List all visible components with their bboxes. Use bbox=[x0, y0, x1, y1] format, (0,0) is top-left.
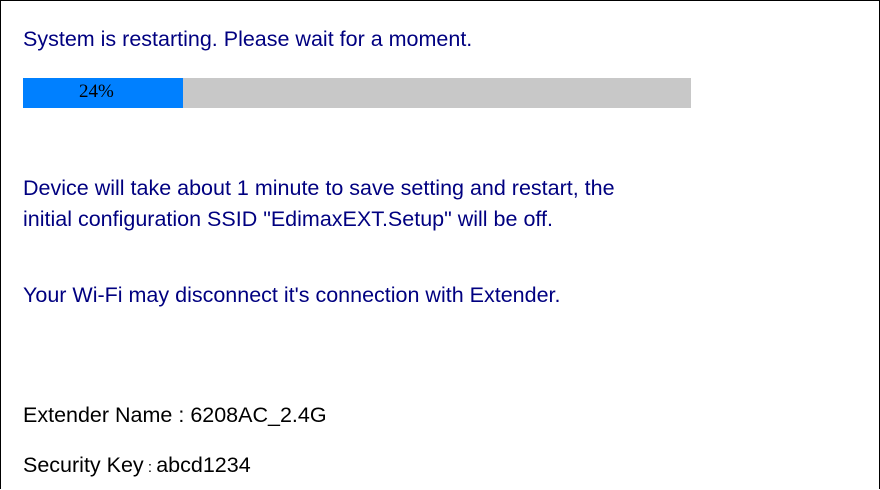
extender-name-value: 6208AC_2.4G bbox=[190, 403, 327, 427]
security-key-separator: : bbox=[143, 459, 157, 476]
restart-status-title: System is restarting. Please wait for a … bbox=[23, 27, 473, 51]
extender-name-row: Extender Name : 6208AC_2.4G bbox=[23, 403, 327, 427]
restart-notice-line-2: initial configuration SSID "EdimaxEXT.Se… bbox=[23, 207, 553, 231]
extender-name-label: Extender Name bbox=[23, 403, 173, 427]
extender-name-separator: : bbox=[172, 403, 191, 427]
wifi-disconnect-notice: Your Wi-Fi may disconnect it's connectio… bbox=[23, 283, 561, 307]
security-key-value: abcd1234 bbox=[156, 453, 251, 477]
security-key-label: Security Key bbox=[23, 453, 144, 477]
restart-notice-line-1: Device will take about 1 minute to save … bbox=[23, 176, 615, 200]
restart-progress-bar: 24% bbox=[23, 78, 691, 108]
security-key-row: Security Key : abcd1234 bbox=[23, 453, 251, 477]
restart-progress-label: 24% bbox=[79, 81, 114, 102]
